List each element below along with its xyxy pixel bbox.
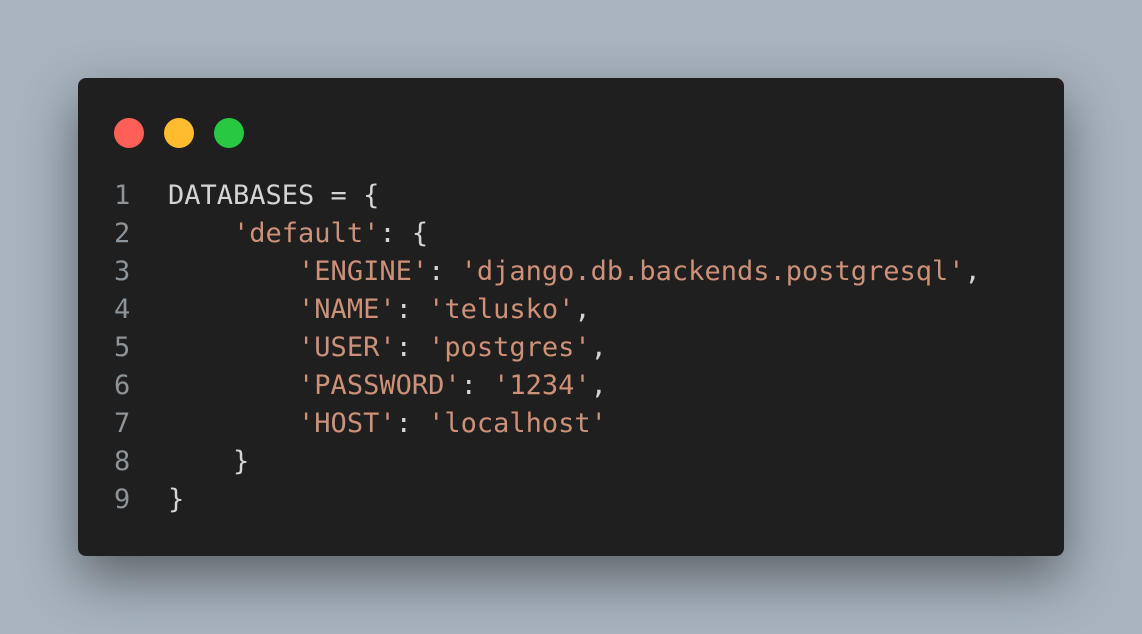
code-line: 2 'default': { [78,215,1064,253]
line-number: 4 [114,294,131,325]
punctuation-token: : { [379,218,429,249]
code-line: 9} [78,481,1064,519]
code-line: 7 'HOST': 'localhost' [78,405,1064,443]
string-token: 'NAME' [298,294,396,325]
punctuation-token: : [460,370,494,401]
code-text: } [168,481,184,519]
code-window: 1 DATABASES = {2 'default': {3 'ENGINE': … [78,78,1064,556]
code-line: 1 DATABASES = { [78,177,1064,215]
punctuation-token: } [233,446,250,477]
minimize-button-icon[interactable] [164,118,194,148]
line-number: 7 [114,408,131,439]
string-token: 'localhost' [428,408,607,439]
line-number: 3 [114,256,131,287]
code-text: 'USER': 'postgres', [168,329,607,367]
code-line: 5 'USER': 'postgres', [78,329,1064,367]
code-text: DATABASES = { [168,177,379,215]
string-token: 'telusko' [428,294,575,325]
code-text: 'ENGINE': 'django.db.backends.postgresql… [168,253,981,291]
code-text: 'NAME': 'telusko', [168,291,591,329]
line-number: 8 [114,446,131,477]
close-button-icon[interactable] [114,118,144,148]
punctuation-token: : [395,408,429,439]
code-block: 1 DATABASES = {2 'default': {3 'ENGINE': … [78,177,1064,519]
code-text: 'HOST': 'localhost' [168,405,607,443]
code-line: 4 'NAME': 'telusko', [78,291,1064,329]
line-number: 5 [114,332,131,363]
line-number: 1 [114,180,131,211]
punctuation-token: , [590,332,607,363]
punctuation-token: : [395,332,429,363]
code-line: 3 'ENGINE': 'django.db.backends.postgres… [78,253,1064,291]
code-line: 6 'PASSWORD': '1234', [78,367,1064,405]
string-token: 'HOST' [298,408,396,439]
string-token: 'USER' [298,332,396,363]
punctuation-token: DATABASES = { [168,180,380,211]
string-token: '1234' [493,370,591,401]
code-text: 'default': { [168,215,428,253]
line-number: 9 [114,484,131,515]
line-number: 2 [114,218,131,249]
string-token: 'django.db.backends.postgresql' [460,256,965,287]
punctuation-token: } [168,484,185,515]
punctuation-token: , [964,256,981,287]
code-text: 'PASSWORD': '1234', [168,367,607,405]
string-token: 'postgres' [428,332,591,363]
code-line: 8 } [78,443,1064,481]
punctuation-token: : [395,294,429,325]
maximize-button-icon[interactable] [214,118,244,148]
string-token: 'ENGINE' [298,256,429,287]
punctuation-token: , [574,294,591,325]
punctuation-token: : [428,256,461,287]
string-token: 'default' [233,218,380,249]
line-number: 6 [114,370,131,401]
string-token: 'PASSWORD' [298,370,461,401]
code-text: } [168,443,249,481]
punctuation-token: , [590,370,607,401]
